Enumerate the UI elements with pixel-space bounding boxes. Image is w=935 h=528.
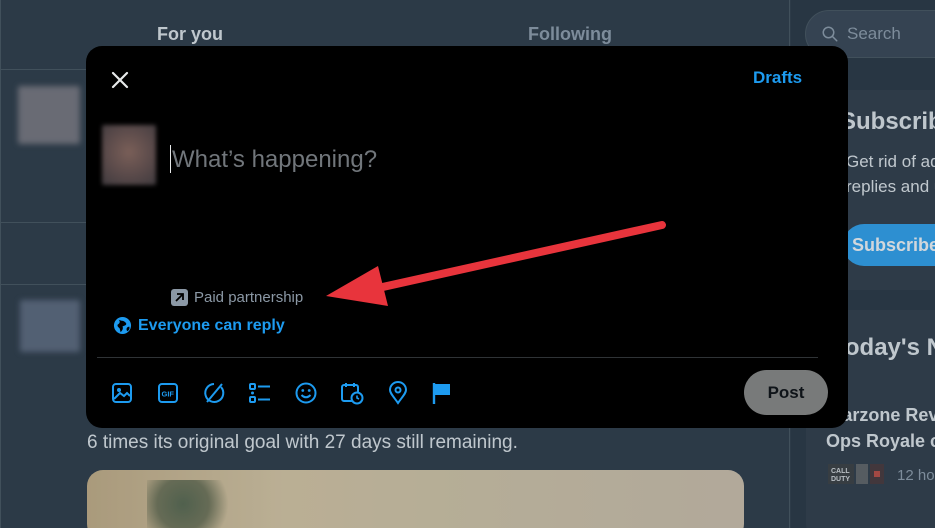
schedule-icon[interactable]	[340, 381, 364, 405]
grok-icon[interactable]	[202, 381, 226, 405]
flag-icon[interactable]	[430, 381, 454, 405]
reply-settings-label: Everyone can reply	[138, 316, 285, 334]
compose-modal	[86, 46, 848, 428]
emoji-icon[interactable]	[294, 381, 318, 405]
gif-icon[interactable]: GIF	[156, 381, 180, 405]
avatar[interactable]	[102, 125, 156, 185]
divider	[97, 357, 818, 358]
reply-settings-button[interactable]: Everyone can reply	[113, 316, 285, 335]
drafts-button[interactable]: Drafts	[753, 68, 802, 88]
close-icon[interactable]	[106, 66, 134, 94]
compose-textarea[interactable]	[170, 140, 810, 180]
image-icon[interactable]	[110, 381, 134, 405]
location-icon[interactable]	[386, 381, 410, 405]
poll-icon[interactable]	[248, 381, 272, 405]
globe-icon	[113, 316, 132, 335]
paid-partnership-label[interactable]: Paid partnership	[171, 289, 303, 306]
post-button[interactable]: Post	[744, 370, 828, 415]
text-cursor	[170, 145, 171, 173]
svg-text:GIF: GIF	[162, 390, 175, 399]
arrow-up-right-icon	[171, 289, 188, 306]
paid-partnership-text: Paid partnership	[194, 289, 304, 306]
